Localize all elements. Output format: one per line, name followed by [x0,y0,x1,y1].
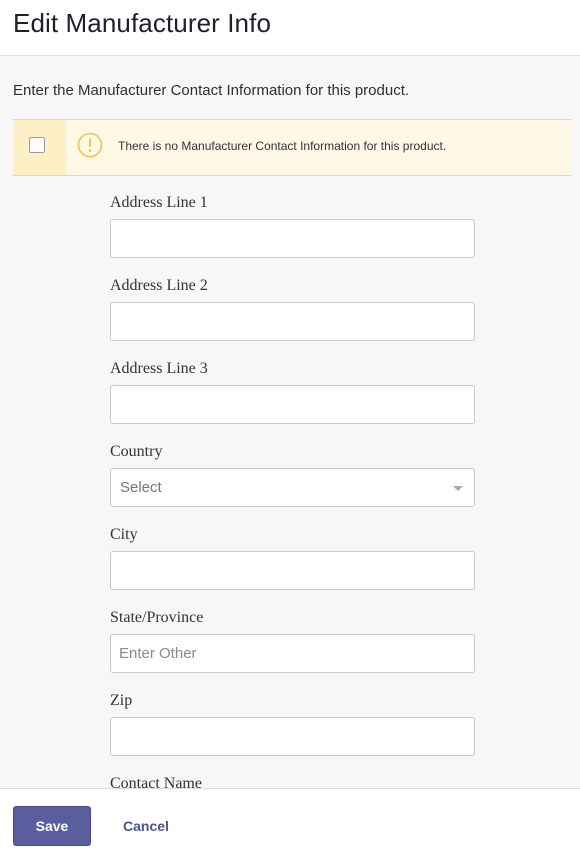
state-province-label: State/Province [110,609,204,626]
state-province-input[interactable] [110,634,475,673]
city-label: City [110,526,138,543]
intro-text: Enter the Manufacturer Contact Informati… [13,82,410,99]
address-line-1-input[interactable] [110,219,475,258]
alert-checkbox-cell [13,120,66,175]
page-title: Edit Manufacturer Info [13,8,271,38]
zip-input[interactable] [110,717,475,756]
chevron-down-icon [453,486,463,491]
country-select-value: Select [120,479,162,496]
address-line-1-label: Address Line 1 [110,194,208,211]
address-line-1-field: Address Line 1 [110,194,475,258]
dialog-header: Edit Manufacturer Info [0,0,580,56]
no-info-checkbox[interactable] [29,137,45,153]
cancel-button[interactable]: Cancel [113,806,179,846]
no-info-alert: There is no Manufacturer Contact Informa… [13,119,572,176]
address-line-2-label: Address Line 2 [110,277,208,294]
dialog-footer: Save Cancel [0,788,580,857]
city-field: City [110,526,475,590]
manufacturer-form: Address Line 1 Address Line 2 Address Li… [0,176,580,788]
zip-label: Zip [110,692,133,709]
zip-field: Zip [110,692,475,756]
address-line-2-field: Address Line 2 [110,277,475,341]
warning-icon [77,132,103,158]
address-line-2-input[interactable] [110,302,475,341]
contact-name-field: Contact Name [110,775,475,788]
country-select[interactable]: Select [110,468,475,507]
state-province-field: State/Province [110,609,475,673]
city-input[interactable] [110,551,475,590]
contact-name-label: Contact Name [110,775,202,788]
address-line-3-field: Address Line 3 [110,360,475,424]
alert-message: There is no Manufacturer Contact Informa… [118,139,447,153]
country-label: Country [110,443,163,460]
address-line-3-input[interactable] [110,385,475,424]
save-button[interactable]: Save [13,806,91,846]
address-line-3-label: Address Line 3 [110,360,208,377]
country-field: Country Select [110,443,475,507]
